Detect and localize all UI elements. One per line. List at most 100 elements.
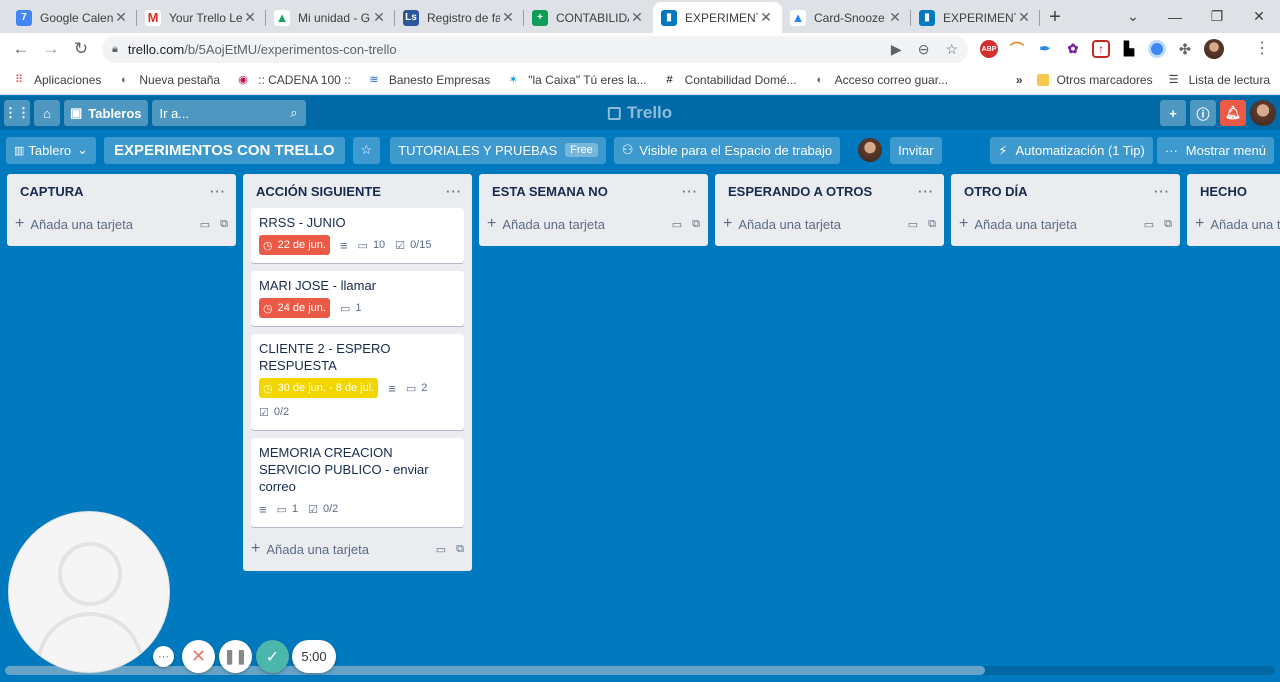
other-bookmarks[interactable]: Otros marcadores (1036, 73, 1153, 87)
due-date-badge[interactable]: ◷ 30 de jun. - 8 de jul. (259, 378, 379, 398)
forward-icon[interactable]: → (36, 39, 66, 59)
browser-tab[interactable]: ▮ EXPERIMENTO✕ (653, 2, 782, 33)
list-header[interactable]: CAPTURA ··· (7, 174, 236, 208)
trello-logo[interactable]: Trello (607, 96, 672, 130)
list-menu-icon[interactable]: ··· (918, 184, 934, 199)
create-from-template-icon[interactable]: ⧉ (220, 218, 228, 231)
add-card-button[interactable]: + Añada una tarjeta ▭ ⧉ (723, 210, 936, 238)
record-icon[interactable] (1148, 40, 1166, 58)
bookmark-item[interactable]: ⠿ Aplicaciones (12, 73, 101, 87)
minimize-icon[interactable]: — (1154, 9, 1196, 25)
browser-tab[interactable]: ▲ Card-Snooze ✕ (782, 2, 911, 33)
camera-icon[interactable]: ▶ (891, 41, 902, 58)
card-template-icon[interactable]: ▭ (1144, 218, 1154, 231)
bookmark-item[interactable]: ◉:: CADENA 100 :: (236, 73, 351, 87)
tab-close-icon[interactable]: ✕ (629, 9, 645, 26)
invite-button[interactable]: Invitar (890, 136, 942, 164)
list-menu-icon[interactable]: ··· (446, 184, 462, 199)
create-from-template-icon[interactable]: ⧉ (1164, 218, 1172, 231)
browser-tab[interactable]: + CONTABILIDA ✕ (524, 2, 653, 33)
due-date-badge[interactable]: ◷ 22 de jun. (259, 235, 330, 255)
browser-menu-icon[interactable]: ⋮ (1254, 33, 1270, 65)
card[interactable]: MEMORIA CREACION SERVICIO PUBLICO - envi… (251, 438, 464, 527)
add-card-button[interactable]: + Añada una tarjeta ▭ ⧉ (15, 210, 228, 238)
card-template-icon[interactable]: ▭ (672, 218, 682, 231)
member-avatar[interactable] (1250, 100, 1276, 126)
recorder-done-icon[interactable]: ✓ (256, 640, 289, 673)
apps-icon[interactable]: ⋮⋮ (4, 100, 30, 126)
puzzle-icon[interactable]: ✣ (1176, 40, 1194, 58)
list-title[interactable]: ESTA SEMANA NO (492, 184, 608, 199)
browser-tab[interactable]: M Your Trello Le ✕ (137, 2, 266, 33)
tab-close-icon[interactable]: ✕ (113, 9, 129, 26)
extension-arc-icon[interactable]: ⌒ (1008, 40, 1026, 58)
browser-tab[interactable]: ▲ Mi unidad - G ✕ (266, 2, 395, 33)
list-title[interactable]: ESPERANDO A OTROS (728, 184, 872, 199)
restore-icon[interactable]: ❐ (1196, 8, 1238, 25)
create-from-template-icon[interactable]: ⧉ (928, 218, 936, 231)
list-header[interactable]: HECHO (1187, 174, 1280, 208)
list-title[interactable]: ACCIÓN SIGUIENTE (256, 184, 381, 199)
document-icon[interactable]: ▙ (1120, 40, 1138, 58)
add-card-button[interactable]: + Añada una tarjeta ▭ ⧉ (487, 210, 700, 238)
list-menu-icon[interactable]: ··· (1154, 184, 1170, 199)
board-view-switcher[interactable]: ▥ Tablero ⌄ (6, 136, 96, 164)
tab-close-icon[interactable]: ✕ (242, 9, 258, 26)
reading-list[interactable]: ☰ Lista de lectura (1167, 73, 1270, 87)
browser-tab[interactable]: Ls Registro de fa ✕ (395, 2, 524, 33)
list-header[interactable]: ESTA SEMANA NO ··· (479, 174, 708, 208)
card-template-icon[interactable]: ▭ (436, 543, 446, 556)
card-template-icon[interactable]: ▭ (200, 218, 210, 231)
scrollbar-thumb[interactable] (5, 666, 985, 675)
bookmark-item[interactable]: ✶ "la Caixa" Tú eres la... (506, 73, 647, 87)
create-from-template-icon[interactable]: ⧉ (456, 543, 464, 556)
list-header[interactable]: ACCIÓN SIGUIENTE ··· (243, 174, 472, 208)
automation-button[interactable]: ⚡︎ Automatización (1 Tip) (990, 137, 1153, 164)
flower-icon[interactable]: ✿ (1064, 40, 1082, 58)
boards-button[interactable]: ▣ Tableros (64, 100, 148, 126)
bookmark-item[interactable]: ≋ Banesto Empresas (367, 73, 490, 87)
bookmark-star-icon[interactable]: ☆ (945, 41, 958, 58)
tab-close-icon[interactable]: ✕ (500, 9, 516, 26)
due-date-badge[interactable]: ◷ 24 de jun. (259, 298, 330, 318)
browser-tab[interactable]: 7 Google Calen ✕ (8, 2, 137, 33)
address-bar[interactable]: 🔒︎ trello.com/b/5AojEtMU/experimentos-co… (102, 36, 968, 63)
new-tab-button[interactable]: + (1040, 2, 1070, 33)
recorder-cancel-icon[interactable]: ✕ (182, 640, 215, 673)
search-input[interactable]: Ir a... ⌕ (151, 100, 306, 126)
profile-avatar[interactable] (1204, 39, 1224, 59)
star-board-button[interactable]: ☆ (352, 136, 381, 164)
webcam-bubble[interactable] (8, 511, 170, 673)
visibility-button[interactable]: ⚇ Visible para el Espacio de trabajo (613, 136, 841, 164)
card[interactable]: CLIENTE 2 - ESPERO RESPUESTA ◷ 30 de jun. … (251, 334, 464, 430)
add-card-button[interactable]: + Añada una tarjeta ▭ ⧉ (251, 535, 464, 563)
zoom-icon[interactable]: ⊖ (918, 41, 930, 58)
bookmarks-overflow-icon[interactable]: » (1016, 73, 1023, 87)
tab-close-icon[interactable]: ✕ (371, 9, 387, 26)
tab-close-icon[interactable]: ✕ (887, 9, 903, 26)
card-template-icon[interactable]: ▭ (908, 218, 918, 231)
add-card-button[interactable]: + Añada una tarjeta ▭ ⧉ (959, 210, 1172, 238)
list-title[interactable]: OTRO DÍA (964, 184, 1028, 199)
list-menu-icon[interactable]: ··· (210, 184, 226, 199)
create-from-template-icon[interactable]: ⧉ (692, 218, 700, 231)
list-header[interactable]: ESPERANDO A OTROS ··· (715, 174, 944, 208)
back-icon[interactable]: ← (6, 39, 36, 59)
card[interactable]: RRSS - JUNIO ◷ 22 de jun. ≡ ▭ 10 ☑ 0/15 (251, 208, 464, 263)
recorder-more-icon[interactable]: ··· (153, 646, 174, 667)
close-window-icon[interactable]: ✕ (1238, 8, 1280, 25)
reload-icon[interactable]: ↻ (66, 39, 96, 59)
bookmark-item[interactable]: ◐ Acceso correo guar... (813, 73, 948, 87)
add-card-button[interactable]: + Añada una tarjeta (1195, 210, 1280, 238)
tab-close-icon[interactable]: ✕ (758, 9, 774, 26)
list-menu-icon[interactable]: ··· (682, 184, 698, 199)
card[interactable]: MARI JOSE - llamar ◷ 24 de jun. ▭ 1 (251, 271, 464, 326)
board-title[interactable]: EXPERIMENTOS CON TRELLO (103, 136, 345, 164)
list-title[interactable]: CAPTURA (20, 184, 84, 199)
notifications-bell-icon[interactable]: 🔔︎ (1220, 100, 1246, 126)
workspace-button[interactable]: TUTORIALES Y PRUEBAS Free (390, 136, 606, 164)
home-icon[interactable]: ⌂ (34, 100, 60, 126)
list-title[interactable]: HECHO (1200, 184, 1247, 199)
recorder-pause-icon[interactable]: ❚❚ (219, 640, 252, 673)
tab-search-icon[interactable]: ⌄ (1112, 8, 1154, 25)
